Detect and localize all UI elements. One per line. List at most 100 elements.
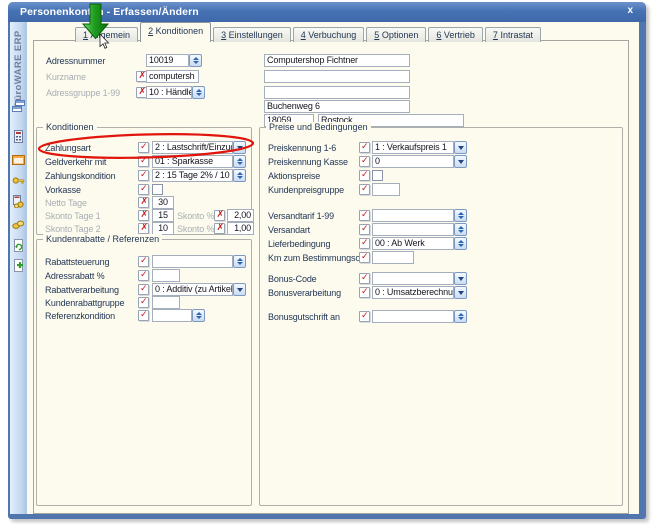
adressnummer-field[interactable]: 10019 xyxy=(146,54,189,67)
kundenpreisgruppe-check-icon[interactable] xyxy=(359,184,370,195)
skonto-prozent2-x-icon[interactable] xyxy=(214,223,225,234)
key-icon[interactable] xyxy=(12,173,25,186)
referenzkondition-spinner-button[interactable] xyxy=(192,309,205,322)
app-window: Personenkonten - Erfassen/Ändern x BüroW… xyxy=(8,2,646,519)
kundenrabattgruppe-field[interactable] xyxy=(152,296,180,309)
document-add-icon[interactable] xyxy=(12,259,25,272)
versandart-check-icon[interactable] xyxy=(359,224,370,235)
kundenrabattgruppe-label: Kundenrabattgruppe xyxy=(45,297,124,309)
zahlungsart-check-icon[interactable] xyxy=(138,142,149,153)
kundenpreisgruppe-label: Kundenpreisgruppe xyxy=(268,184,344,196)
bonusgutschrift-field[interactable] xyxy=(372,310,454,323)
skonto-prozent2-field[interactable]: 1,00 xyxy=(227,222,254,235)
skonto-tage1-field[interactable]: 15 xyxy=(152,209,174,222)
titlebar[interactable]: Personenkonten - Erfassen/Ändern x xyxy=(8,2,646,22)
versandart-label: Versandart xyxy=(268,224,310,236)
skonto-prozent1-x-icon[interactable] xyxy=(214,210,225,221)
kundenrabattgruppe-check-icon[interactable] xyxy=(138,297,149,308)
geldverkehr-label: Geldverkehr mit xyxy=(45,156,106,168)
calculator-coins-icon[interactable] xyxy=(12,195,25,208)
folder-window-icon[interactable] xyxy=(12,153,25,166)
referenzkondition-field[interactable] xyxy=(152,309,192,322)
zahlungskondition-field[interactable]: 2 : 15 Tage 2% / 10 Tag xyxy=(152,169,233,182)
netto-tage-label: Netto Tage xyxy=(45,197,87,209)
rabattsteuerung-spinner-button[interactable] xyxy=(233,255,246,268)
skonto-tage1-label: Skonto Tage 1 xyxy=(45,210,100,222)
versandtarif-field[interactable] xyxy=(372,209,454,222)
aktionspreise-check-icon[interactable] xyxy=(359,170,370,181)
tab-verbuchung[interactable]: 4 Verbuchung xyxy=(293,27,365,42)
skonto-prozent1-field[interactable]: 2,00 xyxy=(227,209,254,222)
adressrabatt-field[interactable] xyxy=(152,269,180,282)
aktionspreise-checkbox[interactable] xyxy=(372,170,383,181)
preiskennung-check-icon[interactable] xyxy=(359,142,370,153)
bonus-code-field[interactable] xyxy=(372,272,454,285)
skonto-tage1-x-icon[interactable] xyxy=(138,210,149,221)
preiskennung-field[interactable]: 1 : Verkaufspreis 1 xyxy=(372,141,454,154)
calculator-icon[interactable] xyxy=(12,130,25,143)
vorkasse-check-icon[interactable] xyxy=(138,184,149,195)
versandart-spinner-button[interactable] xyxy=(454,223,467,236)
km-bestimmungsort-field[interactable] xyxy=(372,251,414,264)
coins-icon[interactable] xyxy=(12,217,25,230)
group-preise: Preise und Bedingungen Preiskennung 1-6 … xyxy=(259,127,623,506)
versandtarif-spinner-button[interactable] xyxy=(454,209,467,222)
km-bestimmungsort-check-icon[interactable] xyxy=(359,252,370,263)
bonusverarbeitung-field[interactable]: 0 : Umsatzberechnung Adr xyxy=(372,286,454,299)
bonus-code-check-icon[interactable] xyxy=(359,273,370,284)
tab-einstellungen[interactable]: 3 Einstellungen xyxy=(213,27,291,42)
rabattsteuerung-check-icon[interactable] xyxy=(138,256,149,267)
preiskennung-kasse-check-icon[interactable] xyxy=(359,156,370,167)
zahlungsart-dropdown-button[interactable] xyxy=(233,141,246,154)
rabattverarbeitung-check-icon[interactable] xyxy=(138,284,149,295)
kurzname-field[interactable]: computersh xyxy=(146,70,199,83)
geldverkehr-field[interactable]: 01 : Sparkasse xyxy=(152,155,233,168)
adressnummer-spinner-button[interactable] xyxy=(189,54,202,67)
rabattsteuerung-field[interactable] xyxy=(152,255,233,268)
preiskennung-dropdown-button[interactable] xyxy=(454,141,467,154)
close-button[interactable]: x xyxy=(627,5,633,16)
lieferbedingung-check-icon[interactable] xyxy=(359,238,370,249)
table-windows-icon[interactable] xyxy=(12,100,25,113)
adressrabatt-check-icon[interactable] xyxy=(138,270,149,281)
rabattverarbeitung-dropdown-button[interactable] xyxy=(233,283,246,296)
tab-allgemein[interactable]: 1 Allgemein xyxy=(75,27,138,42)
tab-intrastat[interactable]: 7 Intrastat xyxy=(485,27,541,42)
street-field[interactable]: Buchenweg 6 xyxy=(264,100,410,113)
skonto-tage2-x-icon[interactable] xyxy=(138,223,149,234)
bonusverarbeitung-dropdown-button[interactable] xyxy=(454,286,467,299)
tab-vertrieb[interactable]: 6 Vertrieb xyxy=(428,27,483,42)
geldverkehr-spinner-button[interactable] xyxy=(233,155,246,168)
preiskennung-kasse-field[interactable]: 0 xyxy=(372,155,454,168)
versandtarif-label: Versandtarif 1-99 xyxy=(268,210,334,222)
vorkasse-checkbox[interactable] xyxy=(152,184,163,195)
adressgruppe-field[interactable]: 10 : Händler xyxy=(146,86,192,99)
versandart-field[interactable] xyxy=(372,223,454,236)
zahlungskondition-check-icon[interactable] xyxy=(138,170,149,181)
rabattverarbeitung-field[interactable]: 0 : Additiv (zu Artikel/WGR xyxy=(152,283,233,296)
netto-tage-x-icon[interactable] xyxy=(138,197,149,208)
name1-field[interactable]: Computershop Fichtner xyxy=(264,54,410,67)
name2-field[interactable] xyxy=(264,70,410,83)
zahlungsart-field[interactable]: 2 : Lastschrift/Einzugserm xyxy=(152,141,233,154)
preiskennung-kasse-dropdown-button[interactable] xyxy=(454,155,467,168)
bonusgutschrift-check-icon[interactable] xyxy=(359,311,370,322)
adressgruppe-spinner-button[interactable] xyxy=(192,86,205,99)
geldverkehr-check-icon[interactable] xyxy=(138,156,149,167)
bonusgutschrift-spinner-button[interactable] xyxy=(454,310,467,323)
kundenpreisgruppe-field[interactable] xyxy=(372,183,400,196)
adressgruppe-label: Adressgruppe 1-99 xyxy=(46,87,120,99)
bonus-code-dropdown-button[interactable] xyxy=(454,272,467,285)
zahlungskondition-spinner-button[interactable] xyxy=(233,169,246,182)
referenzkondition-check-icon[interactable] xyxy=(138,310,149,321)
tab-optionen[interactable]: 5 Optionen xyxy=(366,27,426,42)
document-refresh-icon[interactable] xyxy=(12,239,25,252)
lieferbedingung-field[interactable]: 00 : Ab Werk xyxy=(372,237,454,250)
tab-konditionen[interactable]: 2 Konditionen xyxy=(140,22,211,42)
versandtarif-check-icon[interactable] xyxy=(359,210,370,221)
netto-tage-field[interactable]: 30 xyxy=(152,196,174,209)
lieferbedingung-spinner-button[interactable] xyxy=(454,237,467,250)
name3-field[interactable] xyxy=(264,86,410,99)
content-area: 1 Allgemein 2 Konditionen 3 Einstellunge… xyxy=(27,22,639,514)
bonusverarbeitung-check-icon[interactable] xyxy=(359,287,370,298)
